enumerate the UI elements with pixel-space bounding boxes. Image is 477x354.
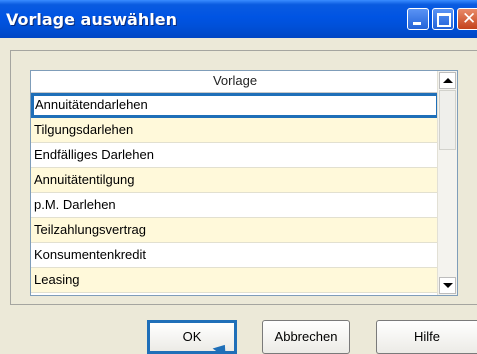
list-item[interactable]: Tilgungsdarlehen: [31, 118, 439, 143]
window-title: Vorlage auswählen: [6, 10, 177, 29]
list-item[interactable]: Endfälliges Darlehen: [31, 143, 439, 168]
list-item-selected[interactable]: Annuitätendarlehen: [31, 93, 439, 118]
list-item[interactable]: p.M. Darlehen: [31, 193, 439, 218]
vertical-scrollbar[interactable]: [437, 71, 457, 295]
scroll-up-button[interactable]: [439, 72, 456, 89]
help-button[interactable]: Hilfe: [376, 320, 477, 354]
title-bar[interactable]: Vorlage auswählen ✕: [0, 0, 477, 38]
close-button[interactable]: ✕: [457, 8, 477, 30]
minimize-button[interactable]: [407, 8, 429, 30]
list-item[interactable]: Leasing: [31, 268, 439, 293]
list-item[interactable]: Annuitätentilgung: [31, 168, 439, 193]
minimize-icon: [413, 22, 421, 25]
scrollbar-thumb[interactable]: [439, 90, 456, 150]
dialog-window: Vorlage auswählen ✕ Vorlage Annuitätenda…: [0, 0, 477, 354]
template-list[interactable]: Vorlage Annuitätendarlehen Tilgungsdarle…: [30, 70, 458, 296]
column-header-vorlage[interactable]: Vorlage: [31, 71, 439, 93]
maximize-icon: [437, 13, 451, 27]
arrow-up-icon: [443, 78, 453, 83]
maximize-button[interactable]: [432, 8, 454, 30]
cancel-button[interactable]: Abbrechen: [262, 320, 350, 354]
list-item[interactable]: Teilzahlungsvertrag: [31, 218, 439, 243]
list-rows: Annuitätendarlehen Tilgungsdarlehen Endf…: [31, 93, 439, 293]
arrow-down-icon: [443, 283, 453, 288]
close-icon: ✕: [462, 9, 477, 29]
list-item[interactable]: Konsumentenkredit: [31, 243, 439, 268]
scroll-down-button[interactable]: [439, 277, 456, 294]
